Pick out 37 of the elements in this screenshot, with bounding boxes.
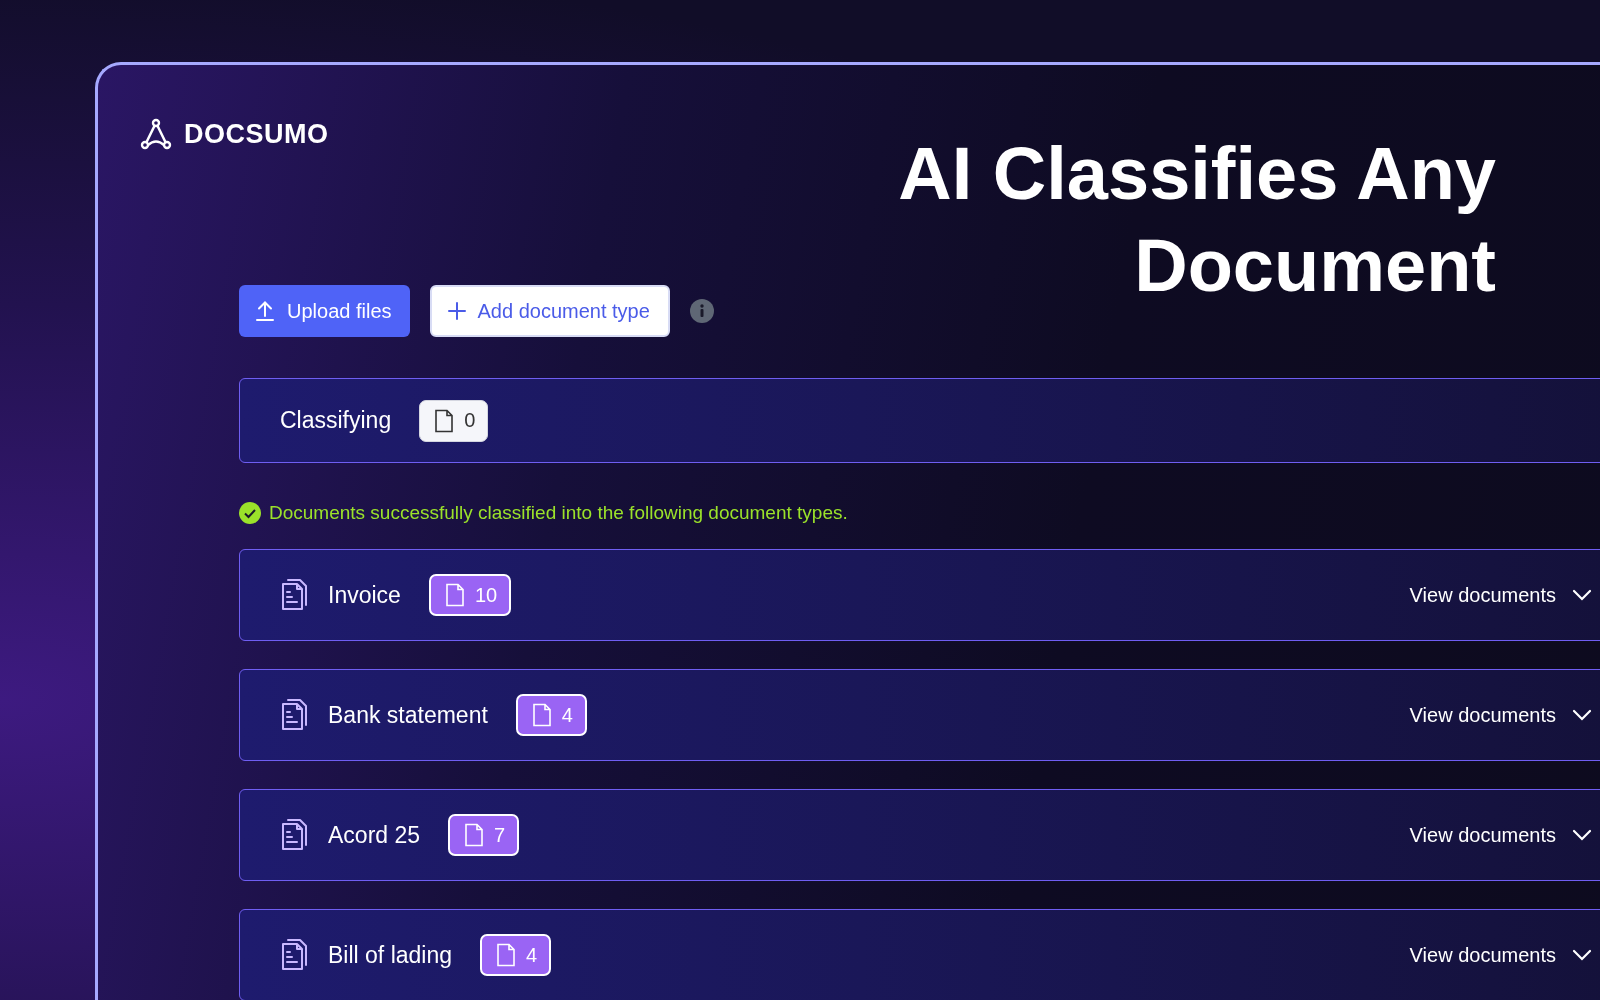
count-badge: 4 <box>515 694 587 736</box>
document-type-name: Invoice <box>328 581 401 609</box>
classifying-label: Classifying <box>280 407 392 434</box>
count-badge: 4 <box>480 934 552 976</box>
count-badge: 0 <box>419 399 489 442</box>
view-documents-button[interactable]: View documents <box>1409 823 1592 847</box>
document-type-name: Acord 25 <box>328 821 421 849</box>
view-documents-button[interactable]: View documents <box>1409 583 1592 607</box>
count-badge: 10 <box>428 574 512 616</box>
document-type-row[interactable]: Bank statement 4 View documents <box>239 669 1600 761</box>
headline: AI Classifies Any <box>898 131 1496 217</box>
file-icon <box>434 408 455 433</box>
add-type-button[interactable]: Add document type <box>429 285 670 337</box>
plus-icon <box>447 302 466 320</box>
count-badge: 7 <box>448 814 520 856</box>
upload-button[interactable]: Upload files <box>239 285 410 337</box>
documents-icon <box>280 698 310 732</box>
logo-icon <box>140 118 172 150</box>
status-message: Documents successfully classified into the following document types. <box>269 502 848 524</box>
brand-name: DOCSUMO <box>184 118 329 150</box>
file-icon <box>496 943 517 967</box>
info-icon[interactable] <box>689 299 714 323</box>
view-documents-button[interactable]: View documents <box>1409 703 1592 727</box>
upload-icon <box>255 300 275 322</box>
document-type-row[interactable]: Bill of lading 4 View documents <box>239 909 1600 1000</box>
document-type-row[interactable]: Acord 25 7 View documents <box>239 789 1600 881</box>
file-icon <box>531 703 552 727</box>
view-documents-button[interactable]: View documents <box>1409 943 1592 967</box>
document-type-name: Bank statement <box>328 701 488 729</box>
documents-icon <box>280 578 310 612</box>
headline: Document <box>1134 223 1496 309</box>
documents-icon <box>280 938 310 972</box>
document-type-row[interactable]: Invoice 10 View documents <box>239 549 1600 641</box>
file-icon <box>464 823 485 847</box>
document-type-name: Bill of lading <box>328 941 453 969</box>
file-icon <box>444 583 465 607</box>
documents-icon <box>280 818 310 852</box>
